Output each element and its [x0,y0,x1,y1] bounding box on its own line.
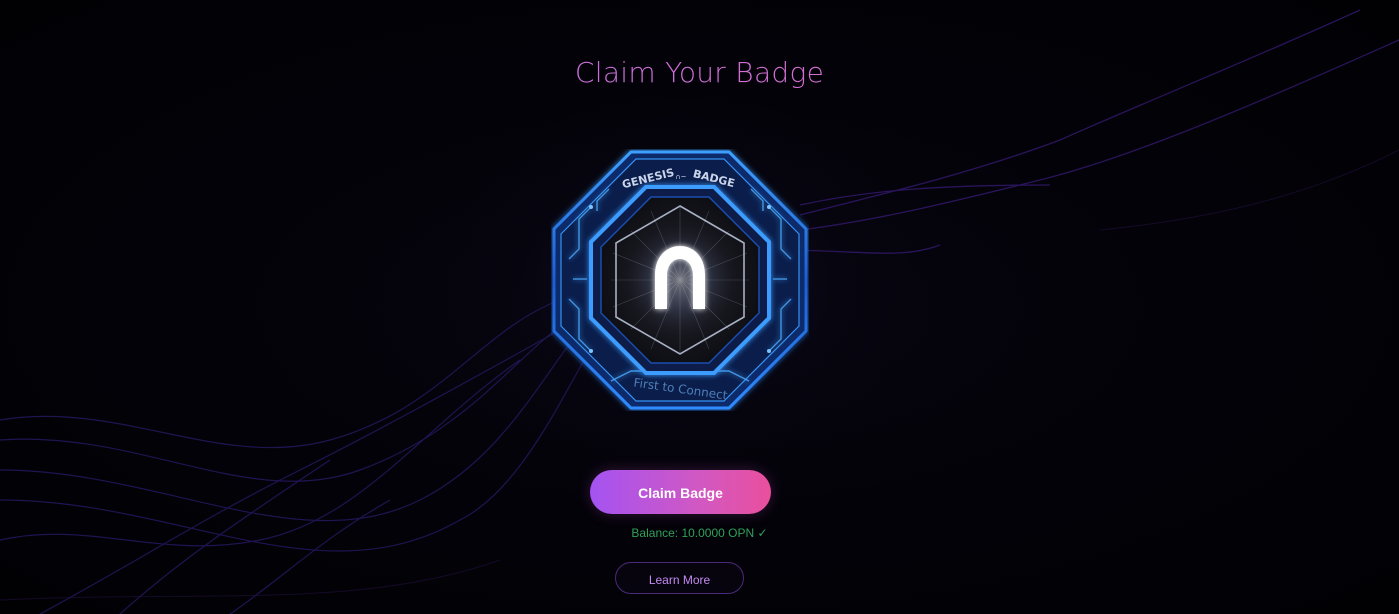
badge-graphic: GENESIS BADGE ∩~ First to Connect [552,150,808,410]
claim-badge-button[interactable]: Claim Badge [590,470,771,514]
app-root: Claim Your Badge GENESIS BADGE ∩~ First … [0,0,1399,614]
page-title: Claim Your Badge [0,56,1399,89]
genesis-badge: GENESIS BADGE ∩~ First to Connect [551,149,809,411]
badge-top-mark: ∩~ [676,173,687,181]
learn-more-button[interactable]: Learn More [615,562,744,594]
balance-status: Balance: 10.0000 OPN ✓ [631,526,768,540]
